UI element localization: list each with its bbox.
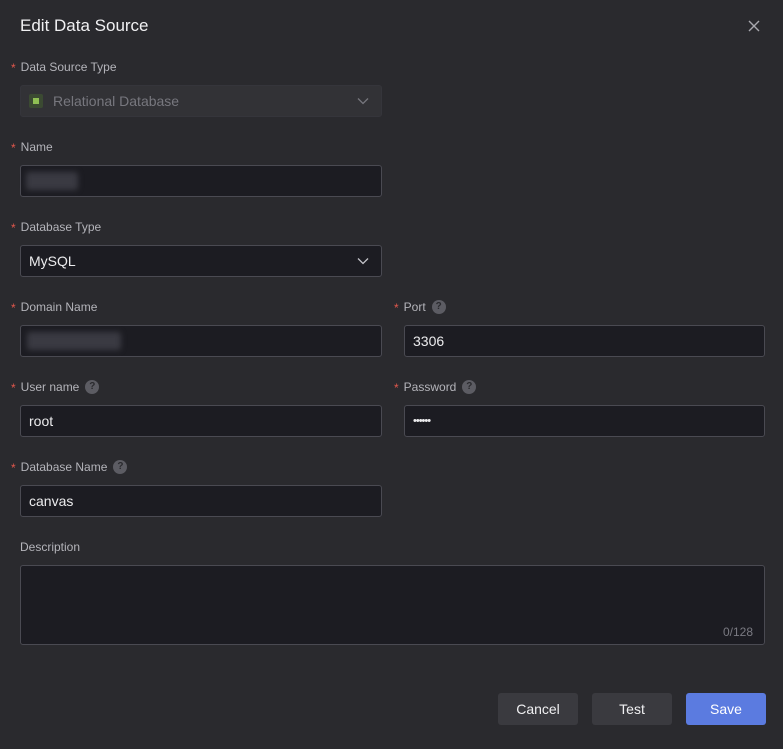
close-icon[interactable] xyxy=(745,17,763,35)
data-source-type-label-text: Data Source Type xyxy=(20,60,117,74)
password-value: •••••• xyxy=(413,415,431,427)
database-name-label: * Database Name ? xyxy=(11,460,128,475)
description-char-counter: 0/128 xyxy=(722,625,753,639)
user-name-label-text: User name xyxy=(20,380,80,394)
data-source-type-select: Relational Database xyxy=(20,85,382,117)
required-marker: * xyxy=(11,301,16,315)
help-icon[interactable]: ? xyxy=(85,380,100,394)
domain-name-input[interactable] xyxy=(20,325,382,357)
required-marker: * xyxy=(394,381,399,395)
name-input[interactable] xyxy=(20,165,382,197)
password-label: * Password ? xyxy=(394,380,477,395)
port-label: * Port ? xyxy=(394,300,446,315)
dialog-title: Edit Data Source xyxy=(20,16,149,35)
cancel-button[interactable]: Cancel xyxy=(498,693,578,725)
database-type-label-text: Database Type xyxy=(20,220,102,234)
save-button[interactable]: Save xyxy=(686,693,766,725)
help-icon[interactable]: ? xyxy=(462,380,477,394)
database-type-label: * Database Type xyxy=(11,220,102,235)
chevron-down-icon xyxy=(357,98,369,105)
test-button[interactable]: Test xyxy=(592,693,672,725)
database-icon xyxy=(29,94,43,108)
required-marker: * xyxy=(11,461,16,475)
required-marker: * xyxy=(11,61,16,75)
required-marker: * xyxy=(11,381,16,395)
domain-name-label-text: Domain Name xyxy=(20,300,98,314)
user-name-value: root xyxy=(29,413,54,429)
database-type-select[interactable]: MySQL xyxy=(20,245,382,277)
required-marker: * xyxy=(11,141,16,155)
domain-name-label: * Domain Name xyxy=(11,300,98,315)
description-textarea[interactable]: 0/128 xyxy=(20,565,765,645)
required-marker: * xyxy=(394,301,399,315)
name-redacted-value xyxy=(26,172,78,190)
name-label-text: Name xyxy=(20,140,53,154)
port-value: 3306 xyxy=(413,333,445,349)
name-label: * Name xyxy=(11,140,53,155)
help-icon[interactable]: ? xyxy=(113,460,128,474)
user-name-label: * User name ? xyxy=(11,380,100,395)
description-label: Description xyxy=(20,540,80,554)
required-marker: * xyxy=(11,221,16,235)
database-name-label-text: Database Name xyxy=(20,460,108,474)
user-name-input[interactable]: root xyxy=(20,405,382,437)
database-name-input[interactable]: canvas xyxy=(20,485,382,517)
domain-name-redacted-value xyxy=(27,332,121,350)
port-label-text: Port xyxy=(403,300,426,314)
database-name-value: canvas xyxy=(29,493,74,509)
data-source-type-label: * Data Source Type xyxy=(11,60,117,75)
description-label-text: Description xyxy=(20,540,81,554)
help-icon[interactable]: ? xyxy=(431,300,446,314)
database-type-value: MySQL xyxy=(29,253,76,269)
port-input[interactable]: 3306 xyxy=(404,325,765,357)
password-label-text: Password xyxy=(403,380,457,394)
edit-data-source-dialog: Edit Data Source * Data Source Type Rela… xyxy=(0,0,783,749)
password-input[interactable]: •••••• xyxy=(404,405,765,437)
chevron-down-icon xyxy=(357,258,369,265)
data-source-type-value: Relational Database xyxy=(53,93,180,109)
